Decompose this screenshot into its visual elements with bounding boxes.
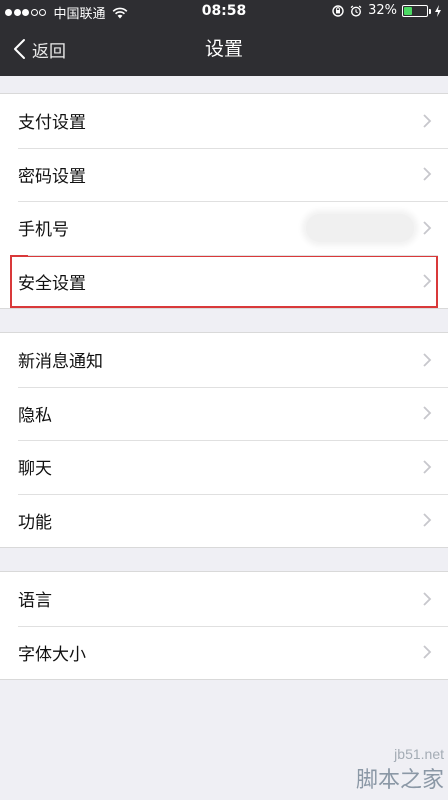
watermark-site: jb51.net (394, 746, 444, 762)
settings-item-password[interactable]: 密码设置 (0, 147, 448, 202)
phone-number-blurred (306, 213, 414, 242)
chevron-right-icon (423, 406, 432, 420)
watermark: jb51.net 脚本之家 (356, 746, 444, 794)
battery-icon (402, 4, 431, 17)
settings-item-label: 安全设置 (18, 273, 86, 294)
page-title: 设置 (204, 38, 243, 60)
settings-item-label: 隐私 (18, 405, 52, 426)
charging-icon (435, 4, 441, 17)
chevron-right-icon (423, 221, 432, 235)
settings-item-language[interactable]: 语言 (0, 572, 448, 626)
settings-item-payment[interactable]: 支付设置 (0, 94, 448, 148)
settings-item-label: 手机号 (18, 220, 69, 241)
chevron-right-icon (423, 592, 432, 606)
alarm-icon (350, 5, 362, 17)
chevron-right-icon (423, 645, 432, 659)
settings-item-label: 语言 (18, 591, 52, 612)
chevron-right-icon (423, 513, 432, 527)
settings-item-label: 支付设置 (18, 113, 86, 134)
settings-item-security[interactable]: 安全设置 (10, 254, 438, 308)
settings-item-font-size[interactable]: 字体大小 (0, 625, 448, 680)
chevron-right-icon (423, 460, 432, 474)
settings-item-label: 新消息通知 (18, 352, 103, 373)
settings-item-label: 聊天 (18, 459, 52, 480)
settings-item-label: 字体大小 (18, 644, 86, 665)
settings-item-phone[interactable]: 手机号 (0, 201, 448, 255)
settings-item-notifications[interactable]: 新消息通知 (0, 333, 448, 387)
rotation-lock-icon (332, 4, 344, 17)
status-right: 32% (332, 3, 442, 18)
chevron-right-icon (423, 353, 432, 367)
battery-percent: 32% (368, 3, 397, 18)
chevron-right-icon (423, 114, 432, 128)
settings-screen: 中国联通 08:58 32% 返回 设置 支付设置 密码设置 手机号 安全设置 … (0, 0, 448, 800)
chevron-right-icon (423, 274, 432, 288)
watermark-brand: 脚本之家 (355, 767, 444, 792)
settings-item-label: 密码设置 (18, 166, 86, 187)
settings-item-privacy[interactable]: 隐私 (0, 386, 448, 441)
chevron-right-icon (423, 167, 432, 181)
settings-item-features[interactable]: 功能 (0, 493, 448, 548)
settings-group-account: 支付设置 密码设置 手机号 安全设置 (0, 93, 448, 309)
settings-item-chat[interactable]: 聊天 (0, 440, 448, 494)
status-bar: 中国联通 08:58 32% (0, 0, 448, 22)
settings-group-display: 语言 字体大小 (0, 571, 448, 680)
battery-level (404, 6, 412, 15)
navigation-bar: 返回 设置 (0, 22, 448, 76)
settings-item-label: 功能 (18, 512, 52, 533)
settings-group-general: 新消息通知 隐私 聊天 功能 (0, 332, 448, 548)
